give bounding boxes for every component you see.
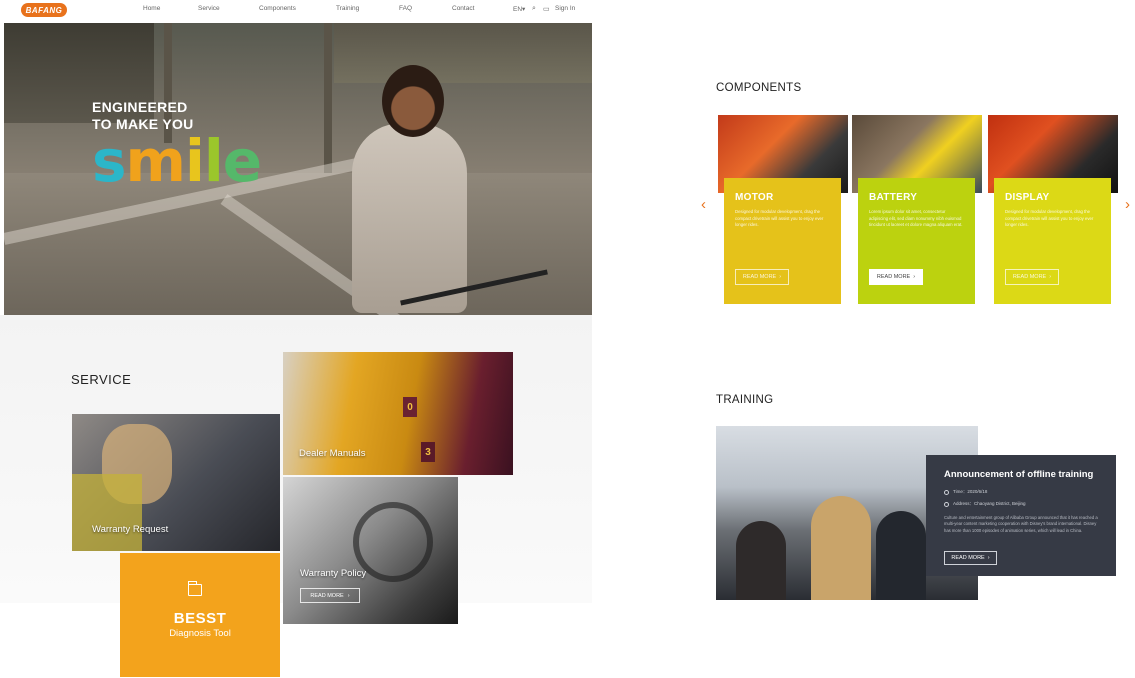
chat-icon[interactable]: ▭ (543, 5, 550, 13)
chevron-right-icon[interactable]: › (1125, 196, 1130, 213)
background-pole (324, 23, 332, 173)
training-card-title: Announcement of offline training (944, 469, 1094, 480)
training-announcement-card[interactable]: Announcement of offline training Time：20… (926, 455, 1116, 576)
audience-member (811, 496, 871, 600)
top-nav: BAFANG Home Service Components Training … (0, 0, 592, 22)
display-card[interactable]: DISPLAY Designed for modular development… (994, 178, 1111, 304)
nav-item-contact[interactable]: Contact (452, 5, 474, 12)
chevron-right-icon: › (1049, 274, 1052, 280)
warranty-policy-tile[interactable]: Warranty Policy READ MORE › (283, 477, 458, 624)
battery-read-more-button[interactable]: READ MORE › (869, 269, 923, 285)
battery-card-title: BATTERY (869, 192, 918, 203)
nav-item-service[interactable]: Service (198, 5, 220, 12)
warranty-request-tile[interactable]: Warranty Request (72, 414, 280, 551)
read-more-label: READ MORE (876, 274, 911, 280)
display-read-more-button[interactable]: READ MORE › (1005, 269, 1059, 285)
logo[interactable]: BAFANG (21, 3, 67, 17)
read-more-label: READ MORE (310, 592, 344, 599)
dealer-manuals-label: Dealer Manuals (299, 448, 366, 459)
read-more-label: READ MORE (1012, 274, 1047, 280)
dealer-manuals-tile[interactable]: 0 3 Dealer Manuals (283, 352, 513, 475)
binder-tab: 3 (421, 442, 435, 462)
nav-item-faq[interactable]: FAQ (399, 5, 412, 12)
training-description: Culture and entertainment group of Aliba… (944, 515, 1098, 533)
smile-letter: l (203, 127, 224, 195)
audience-member (876, 511, 926, 600)
nav-item-components[interactable]: Components (259, 5, 296, 12)
nav-item-home[interactable]: Home (143, 5, 160, 12)
rider-head (382, 65, 444, 137)
mechanic-shirt (72, 474, 142, 551)
service-title: SERVICE (71, 372, 132, 387)
training-address: Address：Chaoyang District, Beijing (944, 501, 1098, 507)
warranty-policy-label: Warranty Policy (300, 568, 367, 579)
display-card-desc: Designed for modular development, drag t… (1005, 209, 1094, 227)
rider (352, 123, 467, 313)
motor-card[interactable]: MOTOR Designed for modular development, … (724, 178, 841, 304)
background-building (334, 23, 592, 83)
training-address-text: Address：Chaoyang District, Beijing (953, 501, 1026, 506)
chevron-right-icon: › (913, 274, 916, 280)
read-more-label: READ MORE (742, 274, 777, 280)
sign-in-link[interactable]: Sign In (555, 5, 575, 12)
smile-wordmark: smile (92, 127, 262, 195)
training-time: Time：2020/6/18 (944, 489, 1098, 495)
battery-card[interactable]: BATTERY Lorem ipsum dolor sit amet, cons… (858, 178, 975, 304)
motor-read-more-button[interactable]: READ MORE › (735, 269, 789, 285)
besst-subtitle: Diagnosis Tool (169, 628, 231, 639)
location-icon (944, 501, 949, 507)
hero-line-1: ENGINEERED (92, 99, 188, 115)
chevron-right-icon: › (987, 555, 990, 561)
smile-letter: e (222, 127, 262, 195)
search-icon[interactable]: ⌕ (532, 5, 536, 13)
chevron-left-icon[interactable]: ‹ (701, 196, 706, 213)
read-more-label: READ MORE (951, 555, 985, 561)
clock-icon (944, 489, 949, 495)
audience-member (736, 521, 786, 600)
smile-letter: i (184, 127, 205, 195)
display-card-title: DISPLAY (1005, 192, 1050, 203)
chevron-right-icon: › (347, 592, 350, 599)
components-title: COMPONENTS (716, 82, 802, 94)
training-read-more-button[interactable]: READ MORE › (944, 551, 997, 565)
page: BAFANG Home Service Components Training … (0, 0, 1135, 678)
folder-icon (187, 581, 202, 596)
language-select[interactable]: EN▾ (513, 5, 525, 13)
besst-title: BESST (173, 610, 227, 627)
battery-card-desc: Lorem ipsum dolor sit amet, consectetur … (869, 209, 963, 227)
smile-letter: s (92, 127, 127, 195)
chevron-right-icon: › (779, 274, 782, 280)
binder-tab: 0 (403, 397, 417, 417)
smile-letter: m (125, 127, 186, 195)
warranty-request-label: Warranty Request (92, 524, 169, 535)
training-time-text: Time：2020/6/18 (953, 489, 988, 494)
warranty-policy-read-more-button[interactable]: READ MORE › (300, 588, 360, 603)
training-title: TRAINING (716, 394, 774, 406)
motor-card-title: MOTOR (735, 192, 774, 203)
hero-banner: ENGINEERED TO MAKE YOU smile (4, 23, 592, 315)
nav-item-training[interactable]: Training (336, 5, 359, 12)
motor-card-desc: Designed for modular development, drag t… (735, 209, 824, 227)
